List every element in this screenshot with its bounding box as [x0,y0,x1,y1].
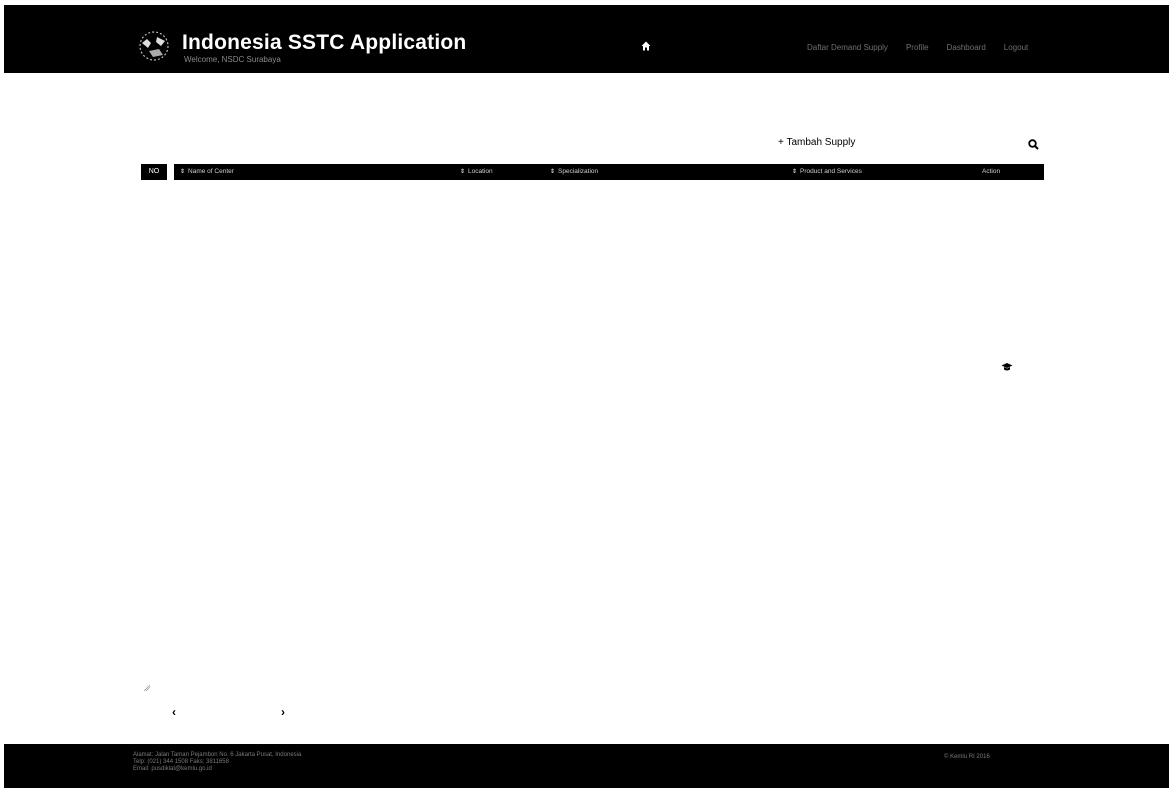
app-subtitle: Welcome, NSDC Surabaya [184,55,281,64]
column-header-action: Action [982,168,1001,175]
footer-line: Telp: (021) 344 1508 Faks: 3811658 [133,759,229,765]
pagination-next-icon[interactable]: › [281,705,285,719]
column-header-location[interactable]: ⇕ Location [460,164,493,180]
top-nav-menu: Daftar Demand Supply Profile Dashboard L… [807,43,1028,52]
footer-line: Email: pusdiklat@kemlu.go.id [133,766,212,772]
column-header-name-of-center[interactable]: ⇕ Name of Center [180,164,234,180]
nav-dashboard[interactable]: Dashboard [947,43,986,52]
sort-icon: ⇕ [550,169,556,175]
column-label: Product and Services [800,168,862,175]
nav-profile[interactable]: Profile [906,43,929,52]
column-label: Name of Center [188,168,234,175]
sort-icon: ⇕ [180,169,186,175]
footer-line: Alamat: Jalan Taman Pejambon No. 6 Jakar… [133,752,302,758]
column-label: Location [468,168,493,175]
sort-icon: ⇕ [460,169,466,175]
resize-grip-icon [143,684,151,692]
footer-address: Alamat: Jalan Taman Pejambon No. 6 Jakar… [133,752,301,773]
home-icon[interactable] [641,41,651,51]
nav-daftar-demand-supply[interactable]: Daftar Demand Supply [807,43,888,52]
column-header-specialization[interactable]: ⇕ Specialization [550,164,598,180]
footer: Alamat: Jalan Taman Pejambon No. 6 Jakar… [4,744,1169,788]
app-title: Indonesia SSTC Application [182,31,467,54]
pagination-prev-icon[interactable]: ‹ [172,705,176,719]
footer-copyright: © Kemlu RI 2016 [944,754,990,760]
column-header-no: NO [141,164,167,180]
add-supply-button[interactable]: + Tambah Supply [778,137,855,148]
nav-logout[interactable]: Logout [1004,43,1028,52]
top-navbar: Indonesia SSTC Application Welcome, NSDC… [4,5,1169,73]
column-header-product-and-services[interactable]: ⇕ Product and Services [792,164,862,180]
sort-icon: ⇕ [792,169,798,175]
search-icon[interactable] [1028,139,1039,150]
globe-logo-icon [139,31,169,61]
column-label: Specialization [558,168,599,175]
graduation-cap-icon[interactable] [1001,362,1013,372]
table-header: ⇕ Name of Center ⇕ Location ⇕ Specializatio… [174,164,1044,180]
